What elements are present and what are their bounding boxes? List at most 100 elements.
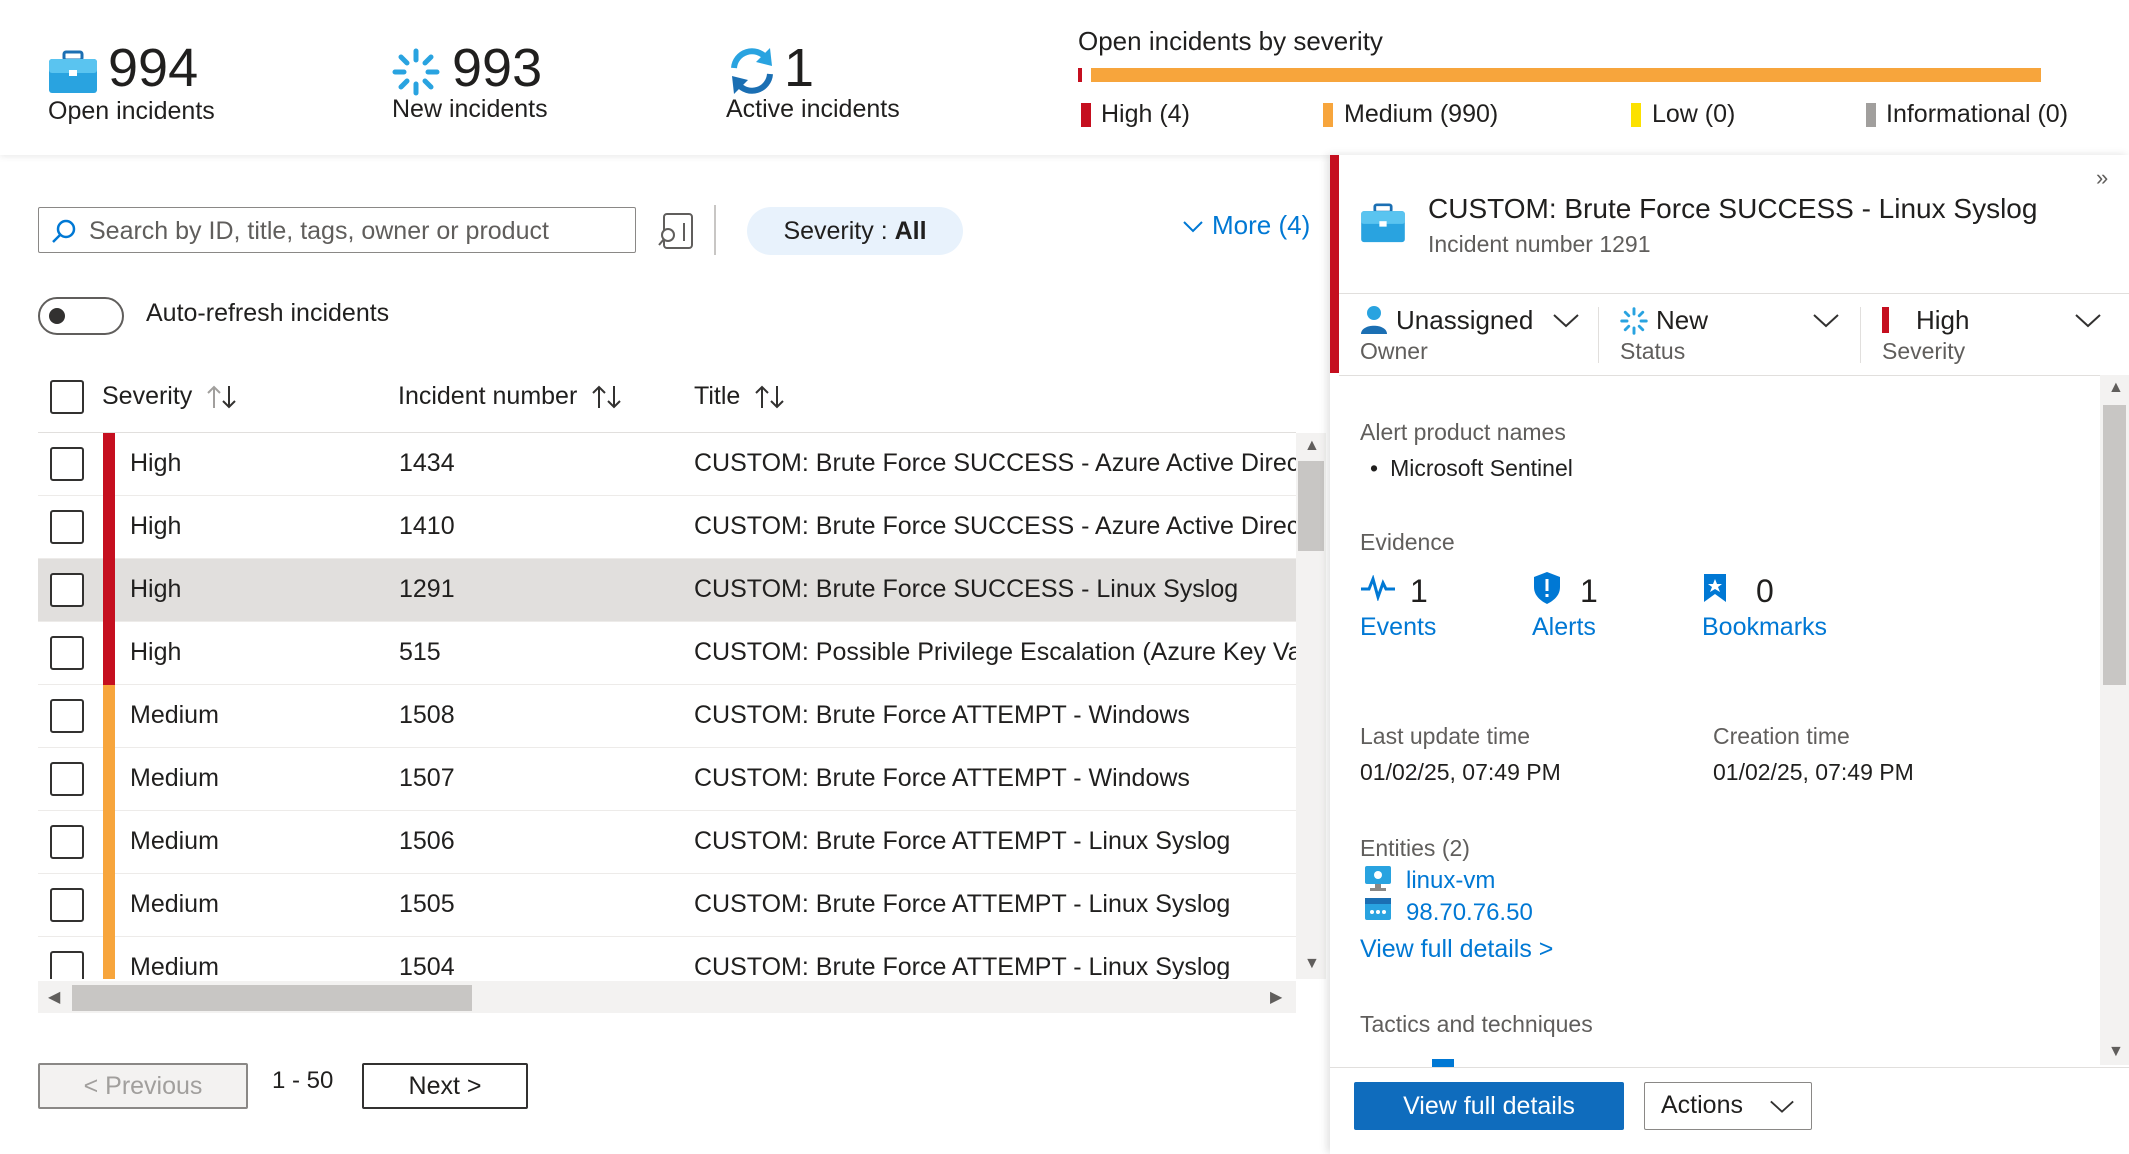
severity-color-bar [103, 496, 115, 559]
cell-severity: Medium [130, 764, 219, 792]
scroll-up-arrow-icon[interactable]: ▲ [1304, 437, 1320, 455]
sort-icon [592, 385, 621, 409]
legend-swatch-medium [1323, 103, 1333, 127]
row-checkbox[interactable] [50, 888, 84, 922]
entity-ip-link[interactable]: 98.70.76.50 [1406, 899, 1533, 927]
more-filters-label: More (4) [1212, 210, 1311, 240]
actions-dropdown-button[interactable]: Actions [1644, 1082, 1812, 1130]
auto-refresh-toggle[interactable] [38, 297, 124, 335]
table-row[interactable]: Medium 1507 CUSTOM: Brute Force ATTEMPT … [38, 748, 1296, 811]
events-link[interactable]: Events [1360, 613, 1436, 642]
collapse-panel-icon[interactable]: » [2096, 165, 2108, 191]
table-vertical-scrollbar[interactable]: ▲ ▼ [1296, 433, 1326, 979]
scroll-up-arrow-icon[interactable]: ▲ [2108, 379, 2124, 397]
tactic-icon-partial [1432, 1059, 1454, 1067]
table-row[interactable]: Medium 1506 CUSTOM: Brute Force ATTEMPT … [38, 811, 1296, 874]
row-checkbox[interactable] [50, 447, 84, 481]
row-checkbox[interactable] [50, 573, 84, 607]
table-row-selected[interactable]: High 1291 CUSTOM: Brute Force SUCCESS - … [38, 559, 1296, 622]
panel-vertical-scrollbar[interactable]: ▲ ▼ [2100, 375, 2129, 1065]
incident-number-subtitle: Incident number 1291 [1428, 231, 1651, 257]
scrollbar-thumb[interactable] [2103, 405, 2126, 685]
search-icon [52, 219, 76, 243]
shield-alert-icon [1534, 572, 1560, 604]
alert-products-label: Alert product names [1360, 419, 1566, 445]
panel-footer: View full details Actions [1330, 1067, 2129, 1154]
severity-color-bar [103, 811, 115, 874]
chevron-down-icon[interactable] [2074, 313, 2102, 329]
severity-value[interactable]: High [1916, 305, 1969, 336]
column-header-severity[interactable]: Severity [102, 382, 239, 411]
column-header-incident-number[interactable]: Incident number [398, 382, 624, 411]
last-update-label: Last update time [1360, 723, 1531, 749]
status-value[interactable]: New [1656, 305, 1708, 336]
row-checkbox[interactable] [50, 951, 84, 979]
cell-severity: High [130, 512, 182, 540]
alert-product-name: Microsoft Sentinel [1390, 455, 1573, 481]
cell-incident-number: 1410 [399, 512, 455, 540]
severity-color-bar [103, 874, 115, 937]
row-checkbox[interactable] [50, 510, 84, 544]
cell-incident-number: 1508 [399, 701, 455, 729]
more-filters-button[interactable]: More (4) [1182, 210, 1310, 241]
severity-color-bar [103, 937, 115, 979]
scroll-left-arrow-icon[interactable]: ◀ [48, 987, 60, 1007]
scroll-right-arrow-icon[interactable]: ▶ [1270, 987, 1282, 1007]
row-checkbox[interactable] [50, 762, 84, 796]
sort-icon [755, 385, 784, 409]
row-checkbox[interactable] [50, 825, 84, 859]
previous-page-button[interactable]: < Previous [38, 1063, 248, 1109]
table-horizontal-scrollbar[interactable]: ◀ ▶ [38, 981, 1296, 1013]
owner-value[interactable]: Unassigned [1396, 305, 1533, 336]
cell-incident-number: 1504 [399, 953, 455, 979]
table-row[interactable]: High 1434 CUSTOM: Brute Force SUCCESS - … [38, 433, 1296, 496]
severity-bar-medium [1091, 68, 2041, 82]
cell-severity: Medium [130, 701, 219, 729]
search-input[interactable] [87, 212, 631, 250]
open-incidents-count: 994 [108, 38, 199, 98]
search-box[interactable] [38, 207, 636, 253]
view-full-details-link[interactable]: View full details > [1360, 935, 1553, 964]
new-incidents-label: New incidents [392, 95, 548, 123]
legend-high: High (4) [1101, 100, 1190, 128]
active-incidents-label: Active incidents [726, 95, 900, 123]
scroll-down-arrow-icon[interactable]: ▼ [1304, 955, 1320, 973]
table-row[interactable]: Medium 1508 CUSTOM: Brute Force ATTEMPT … [38, 685, 1296, 748]
search-preview-icon[interactable] [656, 211, 696, 251]
select-all-checkbox[interactable] [50, 380, 84, 414]
table-row[interactable]: Medium 1504 CUSTOM: Brute Force ATTEMPT … [38, 937, 1296, 979]
table-row[interactable]: High 1410 CUSTOM: Brute Force SUCCESS - … [38, 496, 1296, 559]
dropdown-divider [1598, 307, 1599, 363]
header-divider [1339, 293, 2129, 294]
row-checkbox[interactable] [50, 699, 84, 733]
bookmarks-count: 0 [1756, 573, 1774, 609]
scrollbar-thumb[interactable] [1298, 461, 1324, 551]
entity-host-link[interactable]: linux-vm [1406, 867, 1495, 895]
entities-label: Entities (2) [1360, 835, 1470, 861]
alerts-link[interactable]: Alerts [1532, 613, 1596, 642]
severity-high-marker [1882, 307, 1889, 333]
row-checkbox[interactable] [50, 636, 84, 670]
cell-incident-number: 1506 [399, 827, 455, 855]
column-header-label: Incident number [398, 382, 578, 410]
cell-severity: Medium [130, 890, 219, 918]
next-page-button[interactable]: Next > [362, 1063, 528, 1109]
incidents-table: High 1434 CUSTOM: Brute Force SUCCESS - … [38, 433, 1296, 979]
cell-title: CUSTOM: Brute Force ATTEMPT - Windows [694, 701, 1190, 729]
chevron-down-icon[interactable] [1552, 313, 1580, 329]
bookmarks-link[interactable]: Bookmarks [1702, 613, 1827, 642]
cell-title: CUSTOM: Brute Force ATTEMPT - Windows [694, 764, 1190, 792]
cell-severity: Medium [130, 827, 219, 855]
view-full-details-button[interactable]: View full details [1354, 1082, 1624, 1130]
table-row[interactable]: High 515 CUSTOM: Possible Privilege Esca… [38, 622, 1296, 685]
table-row[interactable]: Medium 1505 CUSTOM: Brute Force ATTEMPT … [38, 874, 1296, 937]
severity-bar-high [1078, 68, 1082, 82]
cell-severity: High [130, 575, 182, 603]
column-header-title[interactable]: Title [694, 382, 787, 411]
person-icon [1361, 306, 1387, 334]
chevron-down-icon[interactable] [1812, 313, 1840, 329]
legend-swatch-low [1631, 103, 1641, 127]
scroll-down-arrow-icon[interactable]: ▼ [2108, 1043, 2124, 1061]
scrollbar-thumb[interactable] [72, 985, 472, 1011]
severity-filter-pill[interactable]: Severity : All [747, 207, 963, 255]
